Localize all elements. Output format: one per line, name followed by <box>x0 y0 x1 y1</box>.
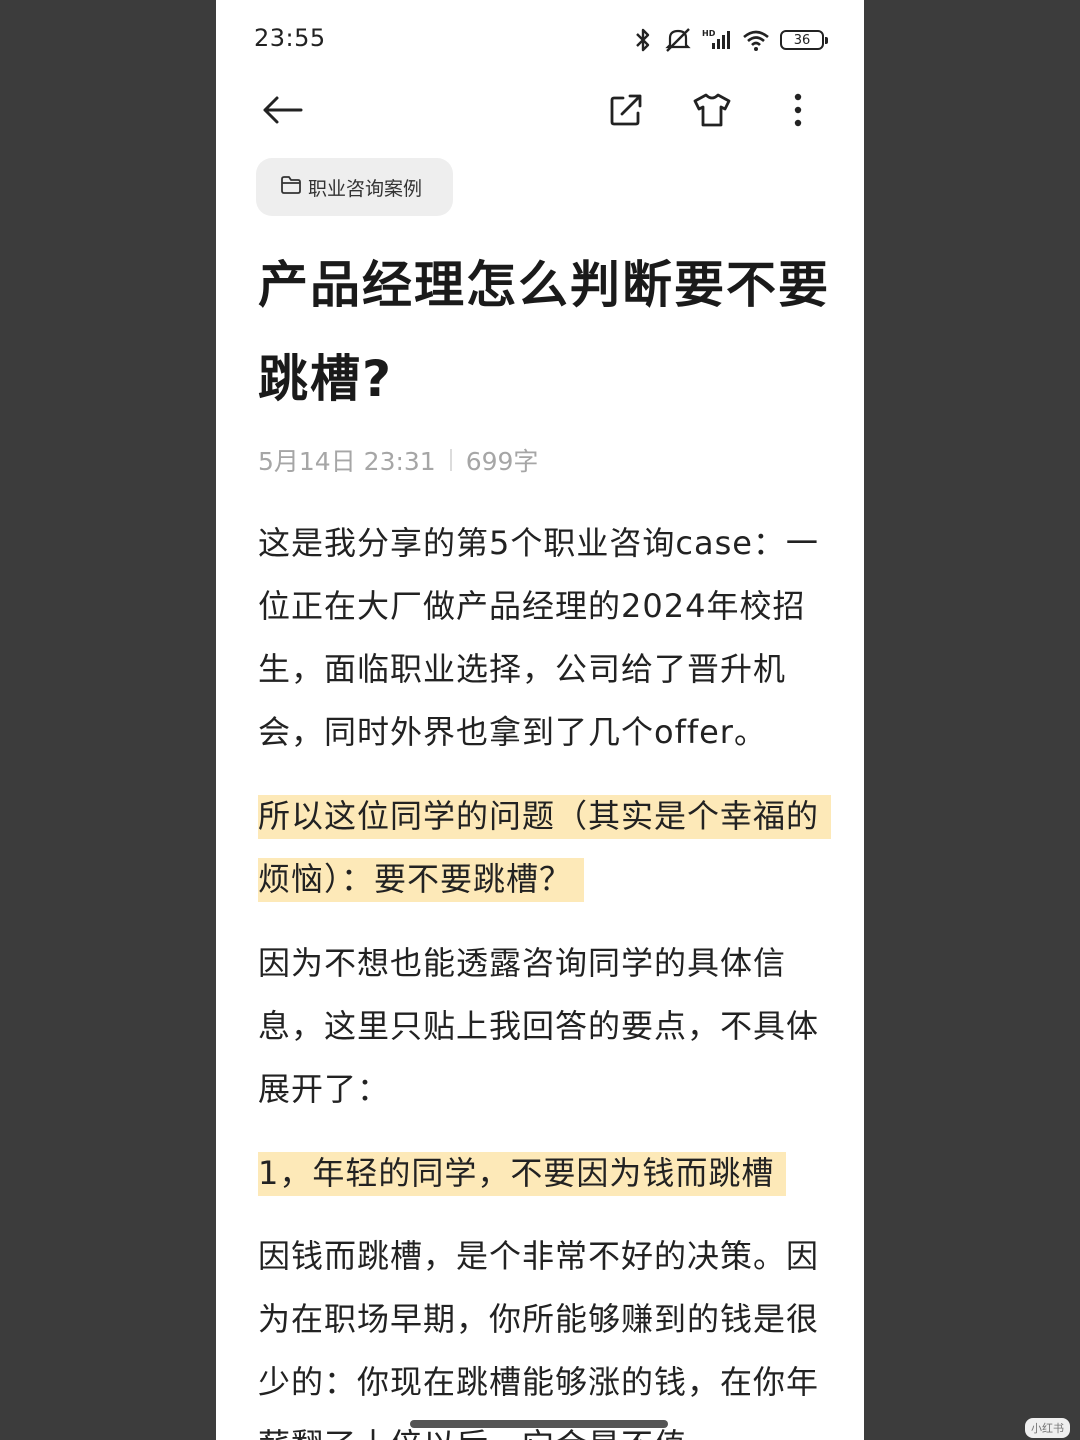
status-icons: HD 36 <box>632 26 828 54</box>
svg-text:HD: HD <box>702 29 716 38</box>
highlight-heading: 1，年轻的同学，不要因为钱而跳槽 <box>258 1152 787 1196</box>
battery-icon: 36 <box>780 30 828 50</box>
tshirt-icon <box>692 92 732 132</box>
paragraph-4: 1，年轻的同学，不要因为钱而跳槽 <box>258 1142 828 1205</box>
bluetooth-icon <box>632 27 654 53</box>
phone-screen: 23:55 HD 36 职业咨询案例 产品经理怎么判断要不要跳槽? 5月14日 … <box>216 0 864 1440</box>
top-toolbar <box>216 80 864 144</box>
article-date: 5月14日 23:31 <box>258 447 436 476</box>
paragraph-5: 因钱而跳槽，是个非常不好的决策。因为在职场早期，你所能够赚到的钱是很少的：你现在… <box>258 1237 820 1440</box>
meta-divider <box>449 449 452 471</box>
article-title: 产品经理怎么判断要不要跳槽? <box>258 256 830 408</box>
folder-label: 职业咨询案例 <box>308 177 423 200</box>
word-count: 699字 <box>465 447 539 476</box>
back-button[interactable] <box>258 88 306 136</box>
wifi-icon <box>742 28 770 52</box>
theme-button[interactable] <box>688 88 736 136</box>
folder-icon <box>280 175 302 200</box>
hd-signal-icon: HD <box>702 27 732 53</box>
mute-icon <box>664 27 692 53</box>
share-button[interactable] <box>602 88 650 136</box>
paragraph-3: 因为不想也能透露咨询同学的具体信息，这里只贴上我回答的要点，不具体展开了： <box>258 944 820 1108</box>
back-arrow-icon <box>261 95 303 129</box>
watermark-logo: 小红书 <box>1025 1418 1070 1438</box>
status-time: 23:55 <box>254 24 326 52</box>
paragraph-1: 这是我分享的第5个职业咨询case：一位正在大厂做产品经理的2024年校招生，面… <box>258 524 819 751</box>
home-indicator[interactable] <box>410 1420 668 1428</box>
highlight-text: 所以这位同学的问题（其实是个幸福的烦恼）：要不要跳槽？ <box>258 795 832 902</box>
status-bar: 23:55 HD 36 <box>216 0 864 80</box>
folder-chip[interactable]: 职业咨询案例 <box>256 158 453 216</box>
paragraph-2: 所以这位同学的问题（其实是个幸福的烦恼）：要不要跳槽？ <box>258 785 832 911</box>
share-icon <box>608 92 644 132</box>
more-vertical-icon <box>793 93 803 131</box>
article-meta: 5月14日 23:31 699字 <box>258 442 538 478</box>
more-button[interactable] <box>774 88 822 136</box>
